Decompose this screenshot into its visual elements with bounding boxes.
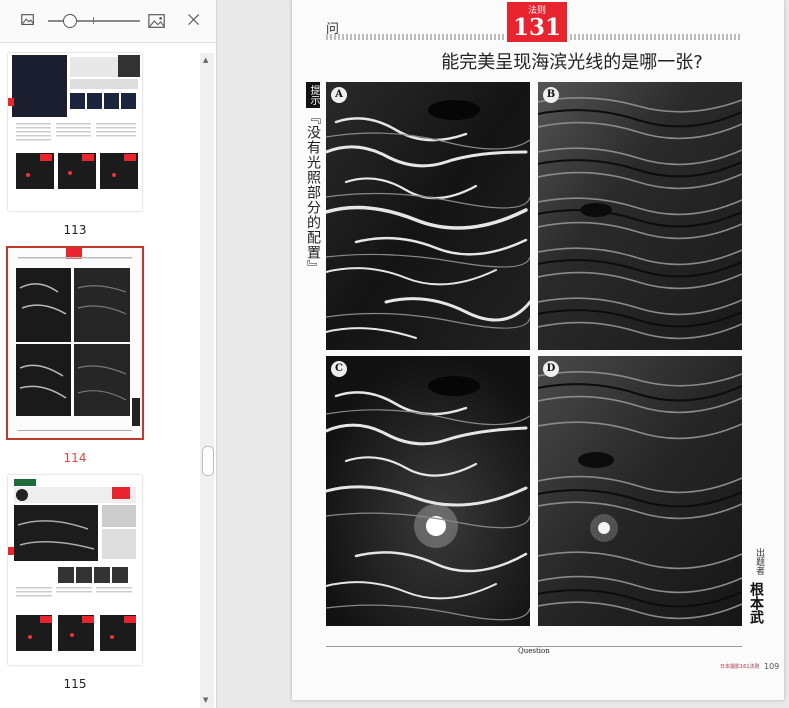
thumbnail-toolbar (0, 0, 216, 43)
thumbnail-label-114: 114 (63, 451, 87, 465)
rule-number-badge: 法则 131 (505, 0, 569, 44)
question-footer: Question (518, 647, 550, 655)
setter-name: 根本武 (748, 582, 764, 624)
hint-text: 『没有光照部分的配置』 (305, 110, 321, 275)
zoom-slider-track[interactable] (48, 20, 140, 22)
close-icon[interactable] (187, 12, 205, 30)
scrollbar-thumb[interactable] (202, 446, 214, 476)
thumbnail-page-114[interactable] (6, 246, 144, 440)
thumbnail-label-115: 115 (63, 677, 87, 691)
badge-number: 131 (512, 14, 561, 41)
image-large-icon[interactable] (148, 12, 168, 30)
photo-a: A (326, 82, 530, 350)
photo-label-a: A (331, 87, 347, 103)
scroll-up-arrow-icon[interactable]: ▲ (203, 56, 208, 64)
thumbnail-page-115[interactable] (8, 475, 142, 665)
photo-d: D (538, 356, 742, 626)
photo-label-d: D (543, 361, 559, 377)
thumbnail-list: 113 114 115 (0, 43, 200, 708)
thumbnail-label-113: 113 (63, 223, 87, 237)
zoom-slider-knob[interactable] (63, 14, 77, 28)
photo-label-b: B (543, 87, 559, 103)
page-headline: 能完美呈现海滨光线的是哪一张? (441, 52, 703, 73)
footer-small: 日本摄影161法则 (720, 664, 760, 670)
photo-b: B (538, 82, 742, 350)
photo-c: C (326, 356, 530, 626)
image-small-icon[interactable] (20, 12, 38, 30)
thumbnail-panel: 113 114 115 ▲ ▼ (0, 0, 217, 708)
page-number: 109 (764, 662, 780, 671)
setter-label: 出题者 (754, 548, 764, 575)
document-page: 问 法则 131 能完美呈现海滨光线的是哪一张? 提示 『没有光照部分的配置』 (292, 0, 784, 700)
zoom-slider-mark (93, 17, 94, 24)
thumbnail-scrollbar[interactable]: ▲ ▼ (200, 53, 214, 708)
hint-label: 提示 (306, 82, 320, 108)
photo-label-c: C (331, 361, 347, 377)
thumbnail-page-113[interactable] (8, 53, 142, 211)
scroll-down-arrow-icon[interactable]: ▼ (203, 696, 208, 704)
